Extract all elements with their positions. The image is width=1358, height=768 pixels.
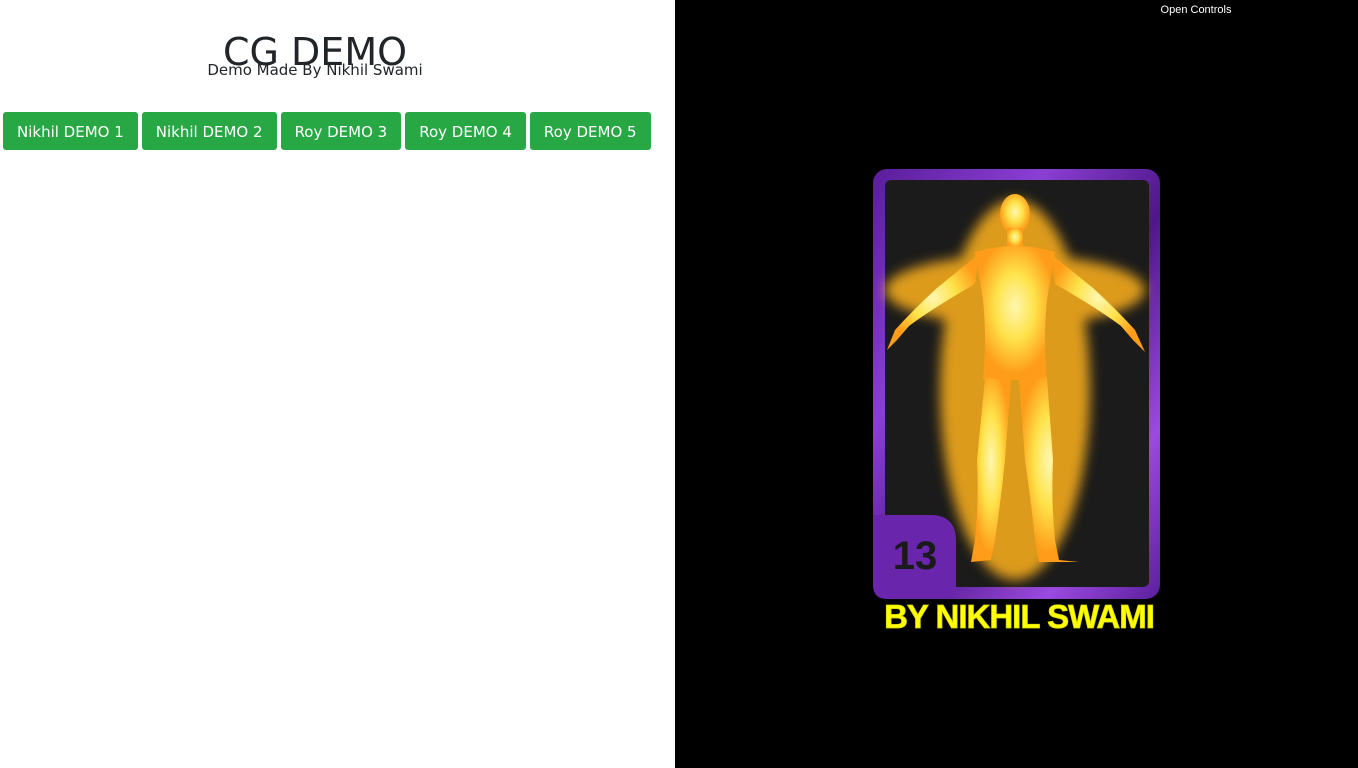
page-subtitle: Demo Made By Nikhil Swami — [207, 61, 423, 79]
demo-button-row: Nikhil DEMO 1 Nikhil DEMO 2 Roy DEMO 3 R… — [3, 112, 651, 150]
open-controls-button[interactable]: Open Controls — [1156, 3, 1236, 18]
card-caption: BY NIKHIL SWAMI — [884, 598, 1154, 635]
demo-2-button[interactable]: Nikhil DEMO 2 — [141, 112, 277, 150]
demo-5-button[interactable]: Roy DEMO 5 — [529, 112, 651, 150]
demo-1-button[interactable]: Nikhil DEMO 1 — [3, 112, 138, 150]
demo-4-button[interactable]: Roy DEMO 4 — [405, 112, 526, 150]
webgl-viewer[interactable]: 13 BY NIKHIL SWAMI Open Controls — [675, 0, 1358, 768]
card-number: 13 — [893, 534, 938, 578]
card-scene[interactable]: 13 BY NIKHIL SWAMI — [675, 0, 1358, 768]
demo-3-button[interactable]: Roy DEMO 3 — [280, 112, 402, 150]
left-panel: CG DEMO Demo Made By Nikhil Swami Nikhil… — [0, 0, 675, 768]
